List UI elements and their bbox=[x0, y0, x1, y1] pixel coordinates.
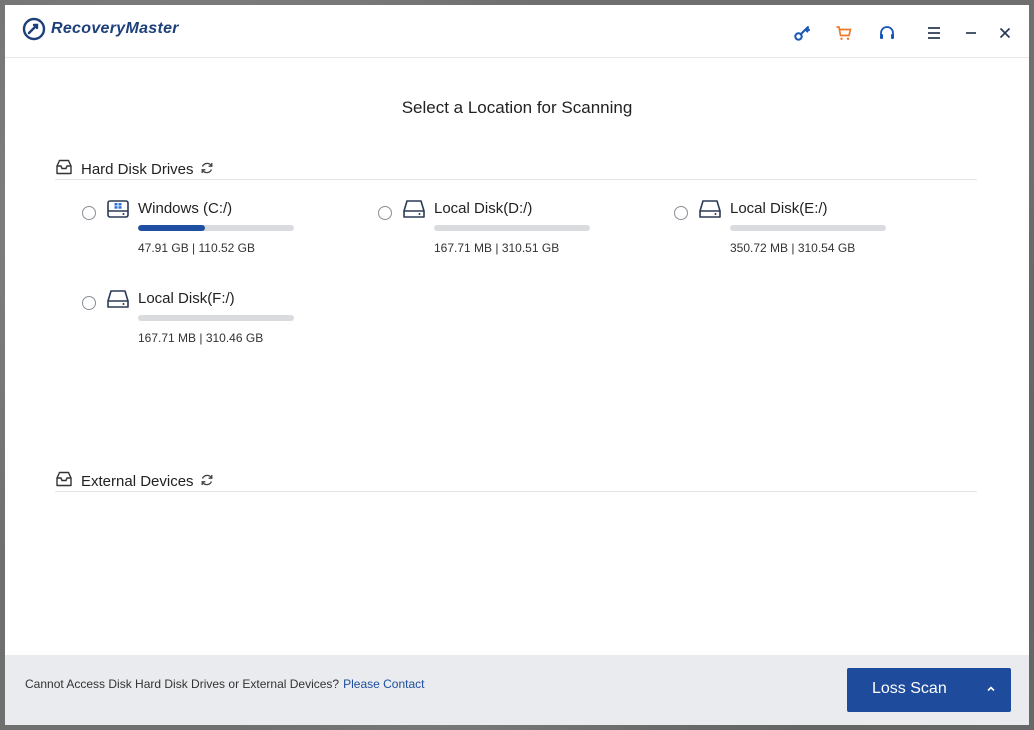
hard-disk-label: Hard Disk Drives bbox=[81, 160, 194, 178]
app-window: RecoveryMaster Select a Location for Sca… bbox=[5, 5, 1029, 725]
close-icon[interactable] bbox=[994, 22, 1016, 44]
drive-usage-bar bbox=[730, 225, 886, 231]
menu-icon[interactable] bbox=[923, 22, 945, 44]
drive-name: Local Disk(E:/) bbox=[730, 200, 828, 217]
drive-item[interactable]: Local Disk(D:/) 167.71 MB | 310.51 GB bbox=[378, 198, 638, 258]
logo-icon bbox=[22, 17, 46, 41]
drive-item[interactable]: Local Disk(F:/) 167.71 MB | 310.46 GB bbox=[82, 288, 342, 348]
drive-size: 47.91 GB | 110.52 GB bbox=[138, 241, 255, 255]
drive-size: 350.72 MB | 310.54 GB bbox=[730, 241, 856, 255]
drive-name: Local Disk(F:/) bbox=[138, 290, 235, 307]
hard-disk-icon bbox=[402, 198, 426, 220]
app-name: RecoveryMaster bbox=[51, 20, 179, 37]
refresh-icon[interactable] bbox=[200, 472, 216, 488]
drive-size: 167.71 MB | 310.46 GB bbox=[138, 331, 264, 345]
contact-link[interactable]: Please Contact bbox=[343, 677, 424, 691]
hard-disk-icon bbox=[106, 288, 130, 310]
drive-name: Local Disk(D:/) bbox=[434, 200, 533, 217]
drive-radio[interactable] bbox=[674, 206, 688, 220]
cart-icon[interactable] bbox=[833, 22, 855, 44]
page-title: Select a Location for Scanning bbox=[401, 98, 633, 117]
refresh-icon[interactable] bbox=[200, 160, 216, 176]
title-bar: RecoveryMaster bbox=[5, 5, 1029, 58]
loss-scan-label: Loss Scan bbox=[872, 680, 947, 697]
drive-item[interactable]: Local Disk(E:/) 350.72 MB | 310.54 GB bbox=[674, 198, 934, 258]
chevron-up-icon[interactable] bbox=[985, 682, 997, 694]
drive-usage-bar bbox=[434, 225, 590, 231]
drive-radio[interactable] bbox=[82, 206, 96, 220]
drive-radio[interactable] bbox=[82, 296, 96, 310]
hard-disk-section-header: Hard Disk Drives bbox=[55, 155, 977, 180]
external-devices-label: External Devices bbox=[81, 472, 194, 490]
drive-size: 167.71 MB | 310.51 GB bbox=[434, 241, 560, 255]
loss-scan-button[interactable]: Loss Scan bbox=[847, 668, 1011, 712]
inbox-tray-icon bbox=[55, 470, 75, 488]
drive-usage-bar bbox=[138, 225, 294, 231]
windows-drive-icon bbox=[106, 198, 130, 220]
drive-name: Windows (C:/) bbox=[138, 200, 233, 217]
hard-disk-icon bbox=[698, 198, 722, 220]
external-devices-section-header: External Devices bbox=[55, 467, 977, 492]
drive-item[interactable]: Windows (C:/) 47.91 GB | 110.52 GB bbox=[82, 198, 342, 258]
footer-bar: Cannot Access Disk Hard Disk Drives or E… bbox=[5, 655, 1029, 725]
headset-icon[interactable] bbox=[876, 22, 898, 44]
footer-message-text: Cannot Access Disk Hard Disk Drives or E… bbox=[25, 677, 340, 691]
app-logo: RecoveryMaster bbox=[22, 16, 179, 42]
minimize-icon[interactable] bbox=[960, 22, 982, 44]
drive-radio[interactable] bbox=[378, 206, 392, 220]
drive-usage-bar bbox=[138, 315, 294, 321]
key-icon[interactable] bbox=[791, 22, 813, 44]
footer-message: Cannot Access Disk Hard Disk Drives or E… bbox=[25, 677, 425, 691]
inbox-tray-icon bbox=[55, 158, 75, 176]
